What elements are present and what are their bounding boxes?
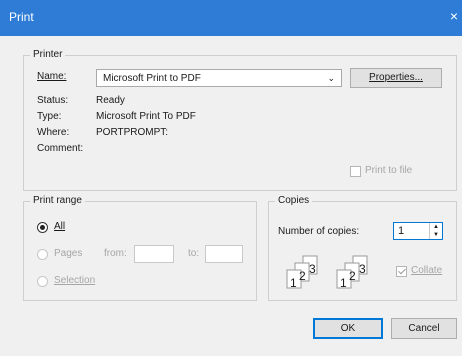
all-radio[interactable] — [37, 222, 48, 233]
to-label: to: — [188, 248, 200, 259]
chevron-down-icon: ⌄ — [327, 73, 335, 83]
printer-group-label: Printer — [30, 49, 66, 60]
title-bar: Print × — [0, 0, 462, 36]
name-label-text: Name: — [37, 71, 67, 82]
name-label: Name: — [37, 71, 66, 82]
status-value: Ready — [96, 95, 125, 106]
printer-name-value: Microsoft Print to PDF — [103, 73, 201, 84]
collate-checkbox[interactable] — [396, 266, 407, 277]
ok-button[interactable]: OK — [313, 318, 383, 339]
from-input[interactable] — [134, 245, 174, 263]
collate-page-3a: 3 — [309, 262, 316, 276]
from-label: from: — [104, 248, 127, 259]
collate-page-3b: 3 — [359, 262, 366, 276]
selection-label-text: Selection — [54, 275, 96, 286]
copies-value: 1 — [398, 225, 405, 237]
all-label: All — [54, 221, 65, 232]
status-label: Status: — [37, 95, 69, 106]
close-icon[interactable]: × — [450, 8, 458, 24]
comment-label: Comment: — [37, 143, 84, 154]
collate-icon: 1 2 3 1 2 3 — [286, 255, 368, 290]
type-value: Microsoft Print To PDF — [96, 111, 196, 122]
number-of-copies-label: Number of copies: — [278, 226, 360, 237]
type-label: Type: — [37, 111, 62, 122]
printer-name-select[interactable]: Microsoft Print to PDF ⌄ — [96, 69, 342, 87]
print-to-file-checkbox[interactable] — [350, 166, 361, 177]
print-to-file-label: Print to file — [365, 165, 413, 176]
pages-radio[interactable] — [37, 249, 48, 260]
properties-button[interactable]: Properties... — [350, 68, 442, 88]
collate-page-1a: 1 — [290, 276, 297, 290]
copies-spinner[interactable]: 1 ▲ ▼ — [393, 222, 443, 240]
properties-label: Properties... — [369, 72, 423, 83]
where-value: PORTPROMPT: — [96, 127, 169, 138]
print-range-label: Print range — [30, 195, 85, 206]
selection-label: Selection — [54, 275, 95, 286]
collate-page-2a: 2 — [299, 269, 306, 283]
to-input[interactable] — [205, 245, 243, 263]
spinner-arrows-icon[interactable]: ▲ ▼ — [429, 223, 442, 239]
all-label-text: All — [54, 221, 66, 232]
collate-label-text: Collate — [411, 265, 443, 276]
copies-label: Copies — [275, 195, 313, 206]
window-title: Print — [9, 10, 34, 24]
collate-page-1b: 1 — [340, 276, 347, 290]
collate-page-2b: 2 — [349, 269, 356, 283]
pages-label: Pages — [54, 248, 83, 259]
collate-label: Collate — [411, 265, 442, 276]
cancel-button[interactable]: Cancel — [391, 318, 457, 339]
selection-radio[interactable] — [37, 276, 48, 287]
where-label: Where: — [37, 127, 70, 138]
print-dialog: Print × Printer Name: Microsoft Print to… — [0, 0, 462, 356]
